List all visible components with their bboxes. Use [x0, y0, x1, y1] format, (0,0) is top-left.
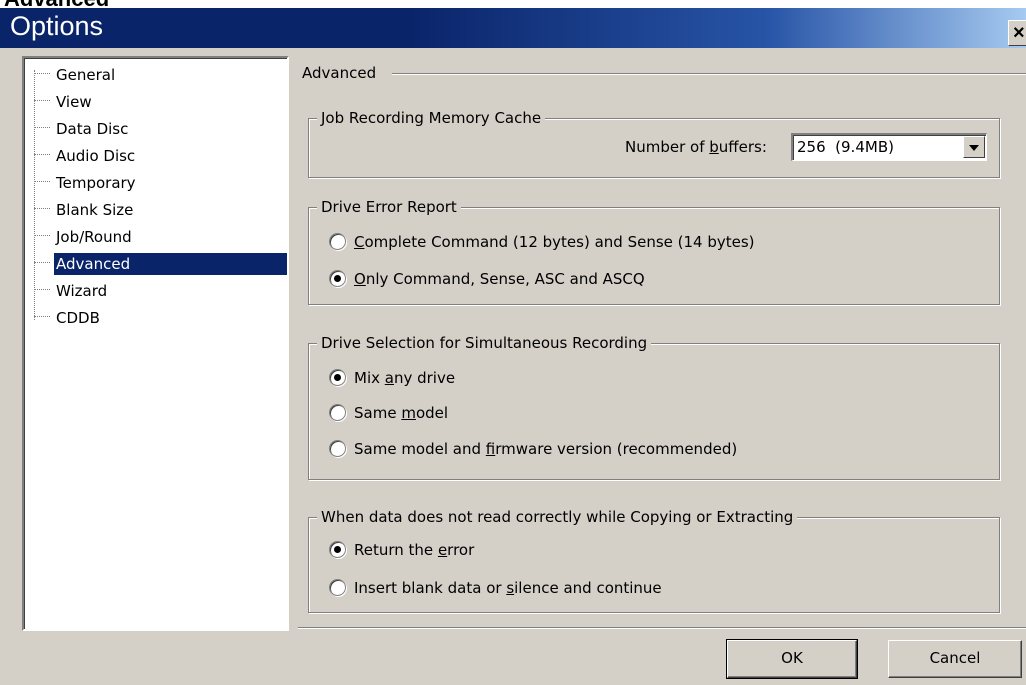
- radio-complete-command[interactable]: Complete Command (12 bytes) and Sense (1…: [329, 230, 755, 254]
- buffers-select-value: 256 (9.4MB): [797, 138, 894, 156]
- option-mnemonic: a: [384, 369, 394, 387]
- tree-item-label: Job/Round: [56, 228, 132, 246]
- radio-button[interactable]: [329, 368, 346, 386]
- options-category-tree[interactable]: General View Data Disc Audio Disc Tempor…: [22, 56, 289, 631]
- memory-cache-group: Job Recording Memory Cache Number of buf…: [308, 107, 1000, 178]
- option-label: Return the: [354, 541, 438, 559]
- group-title: Drive Selection for Simultaneous Recordi…: [317, 332, 652, 354]
- tree-branch: [34, 316, 50, 317]
- radio-button[interactable]: [329, 232, 346, 250]
- tree-item-label: View: [56, 93, 92, 111]
- option-label: ny drive: [393, 369, 456, 387]
- radio-button[interactable]: [329, 403, 346, 421]
- option-mnemonic: s: [506, 579, 515, 597]
- read-error-group: When data does not read correctly while …: [308, 506, 1000, 613]
- buffers-select[interactable]: 256 (9.4MB): [791, 133, 987, 161]
- background-window-title: Advanced: [4, 0, 109, 8]
- option-mnemonic: C: [354, 233, 365, 251]
- tree-branch: [34, 181, 50, 182]
- tree-item-label: Blank Size: [56, 201, 134, 219]
- option-mnemonic: m: [401, 404, 416, 422]
- buffers-label-mnemonic: b: [709, 138, 719, 156]
- option-mnemonic: e: [437, 541, 448, 559]
- option-label: ilence and continue: [514, 579, 662, 597]
- option-mnemonic: O: [354, 270, 366, 288]
- cancel-button-label: Cancel: [929, 649, 981, 667]
- option-label: odel: [415, 404, 449, 422]
- tree-branch: [34, 154, 50, 155]
- tree-item-label: Temporary: [56, 174, 136, 192]
- tree-item-view[interactable]: View: [24, 89, 287, 113]
- radio-mix-any-drive[interactable]: Mix any drive: [329, 366, 455, 390]
- tree-item-wizard[interactable]: Wizard: [24, 278, 287, 302]
- tree-branch: [34, 100, 50, 101]
- tree-item-label: Audio Disc: [56, 147, 136, 165]
- tree-item-audio-disc[interactable]: Audio Disc: [24, 143, 287, 167]
- tree-item-job-round[interactable]: Job/Round: [24, 224, 287, 248]
- option-label: Same model and: [354, 440, 486, 458]
- option-label: Same: [354, 404, 402, 422]
- tree-item-temporary[interactable]: Temporary: [24, 170, 287, 194]
- ok-button-label: OK: [781, 649, 803, 667]
- radio-insert-blank[interactable]: Insert blank data or silence and continu…: [329, 576, 662, 600]
- tree-branch: [34, 127, 50, 128]
- close-button[interactable]: ×: [1008, 20, 1026, 46]
- option-label: rror: [447, 541, 475, 559]
- tree-branch: [34, 208, 50, 209]
- buffers-label-text: uffers:: [718, 138, 767, 156]
- radio-only-command[interactable]: Only Command, Sense, ASC and ASCQ: [329, 267, 645, 291]
- group-title: Drive Error Report: [317, 196, 461, 218]
- tree-item-advanced[interactable]: Advanced: [24, 251, 287, 275]
- background-window-title-strip: Advanced: [0, 0, 1026, 8]
- buffers-label-text: Number of: [625, 138, 710, 156]
- option-label: omplete Command (12 bytes) and Sense (14…: [364, 233, 755, 251]
- tree-item-data-disc[interactable]: Data Disc: [24, 116, 287, 140]
- tree-item-label: CDDB: [56, 309, 100, 327]
- option-label: Insert blank data or: [354, 579, 507, 597]
- footer-divider: [298, 627, 1026, 629]
- option-label: Mix: [354, 369, 385, 387]
- title-bar[interactable]: Options ×: [0, 8, 1026, 48]
- group-title: Job Recording Memory Cache: [317, 107, 546, 129]
- radio-same-model[interactable]: Same model: [329, 401, 448, 425]
- tree-branch: [34, 235, 50, 236]
- tree-item-blank-size[interactable]: Blank Size: [24, 197, 287, 221]
- section-title: Advanced: [302, 64, 377, 82]
- drive-selection-group: Drive Selection for Simultaneous Recordi…: [308, 332, 1000, 480]
- radio-same-model-firmware[interactable]: Same model and firmware version (recomme…: [329, 437, 737, 461]
- radio-button[interactable]: [329, 578, 346, 596]
- radio-button[interactable]: [329, 269, 346, 287]
- tree-item-label: General: [56, 66, 116, 84]
- group-title: When data does not read correctly while …: [317, 506, 798, 528]
- option-label: nly Command, Sense, ASC and ASCQ: [365, 270, 645, 288]
- tree-item-label: Advanced: [54, 253, 287, 275]
- ok-button[interactable]: OK: [726, 639, 858, 679]
- radio-button[interactable]: [329, 439, 346, 457]
- tree-item-general[interactable]: General: [24, 62, 287, 86]
- option-label: irmware version (recommended): [495, 440, 738, 458]
- tree-item-label: Data Disc: [56, 120, 129, 138]
- tree-branch: [34, 289, 50, 290]
- close-icon: ×: [1013, 22, 1025, 44]
- radio-return-error[interactable]: Return the error: [329, 538, 474, 562]
- tree-item-label: Wizard: [56, 282, 108, 300]
- option-mnemonic: f: [485, 440, 496, 458]
- cancel-button[interactable]: Cancel: [888, 640, 1022, 678]
- tree-branch: [34, 262, 50, 263]
- window-title: Options: [10, 11, 104, 41]
- buffers-label: Number of buffers:: [625, 135, 767, 159]
- radio-button[interactable]: [329, 540, 346, 558]
- section-divider: [392, 73, 1026, 75]
- chevron-down-icon[interactable]: [963, 136, 985, 158]
- tree-branch: [34, 73, 50, 74]
- drive-error-report-group: Drive Error Report Complete Command (12 …: [308, 196, 1000, 305]
- tree-item-cddb[interactable]: CDDB: [24, 305, 287, 329]
